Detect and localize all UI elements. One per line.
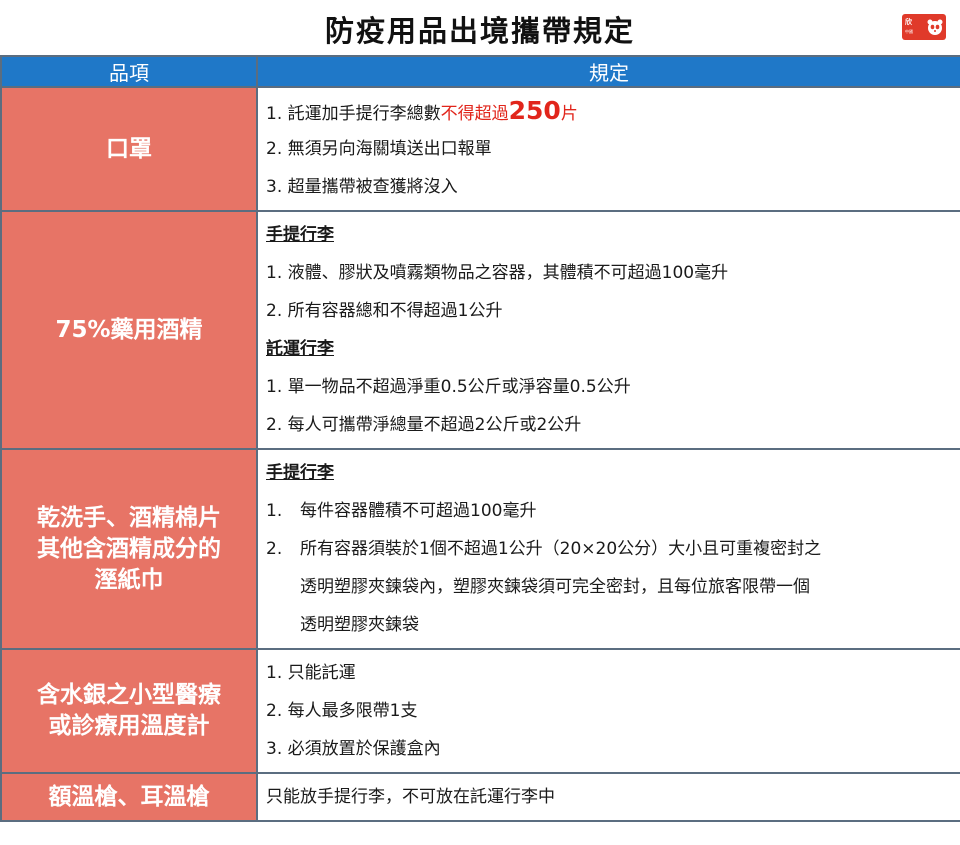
- rule-subheading: 手提行李: [266, 225, 334, 245]
- rules-table: 品項 規定 口罩 1. 託運加手提行李總數不得超過250片 2. 無須另向海關填…: [0, 55, 960, 822]
- panda-icon: [927, 19, 943, 35]
- logo-brand-text: 欣: [905, 18, 912, 26]
- item-mask: 口罩: [0, 86, 258, 212]
- item-thermometer: 含水銀之小型醫療 或診療用溫度計: [0, 648, 258, 774]
- header-item: 品項: [0, 55, 258, 88]
- item-sanitizer: 乾洗手、酒精棉片 其他含酒精成分的 溼紙巾: [0, 448, 258, 650]
- table-row-forehead-thermometer: 額溫槍、耳溫槍 只能放手提行李，不可放在託運行李中: [0, 772, 960, 822]
- rule-line: 1. 託運加手提行李總數不得超過250片: [266, 96, 578, 125]
- table-header-row: 品項 規定: [0, 55, 960, 88]
- rule-line: 1. 液體、膠狀及噴霧類物品之容器，其體積不可超過100毫升: [266, 263, 729, 283]
- rule-line: 1. 單一物品不超過淨重0.5公斤或淨容量0.5公升: [266, 377, 631, 397]
- rule-forehead-thermometer: 只能放手提行李，不可放在託運行李中: [256, 772, 960, 822]
- rule-line: 透明塑膠夾鍊袋內，塑膠夾鍊袋須可完全密封，且每位旅客限帶一個: [300, 577, 810, 597]
- rule-line: 2. 所有容器總和不得超過1公升: [266, 301, 503, 321]
- rule-alcohol: 手提行李 1. 液體、膠狀及噴霧類物品之容器，其體積不可超過100毫升 2. 所…: [256, 210, 960, 450]
- logo-sub-text: 中國: [905, 29, 913, 34]
- rule-line: 2. 無須另向海關填送出口報單: [266, 139, 492, 159]
- rule-line: 1. 每件容器體積不可超過100毫升: [266, 501, 537, 521]
- table-row-thermometer: 含水銀之小型醫療 或診療用溫度計 1. 只能託運 2. 每人最多限帶1支 3. …: [0, 648, 960, 774]
- rule-subheading: 託運行李: [266, 339, 334, 359]
- table-row-alcohol: 75%藥用酒精 手提行李 1. 液體、膠狀及噴霧類物品之容器，其體積不可超過10…: [0, 210, 960, 450]
- table-row-sanitizer: 乾洗手、酒精棉片 其他含酒精成分的 溼紙巾 手提行李 1. 每件容器體積不可超過1…: [0, 448, 960, 650]
- rule-line: 透明塑膠夾鍊袋: [300, 615, 419, 635]
- rule-thermometer: 1. 只能託運 2. 每人最多限帶1支 3. 必須放置於保護盒內: [256, 648, 960, 774]
- rule-sanitizer: 手提行李 1. 每件容器體積不可超過100毫升 2. 所有容器須裝於1個不超過1公升…: [256, 448, 960, 650]
- rule-line: 1. 只能託運: [266, 663, 356, 683]
- item-forehead-thermometer: 額溫槍、耳溫槍: [0, 772, 258, 822]
- rule-line: 3. 必須放置於保護盒內: [266, 739, 441, 759]
- title-bar: 防疫用品出境攜帶規定 欣 中國: [0, 0, 960, 54]
- rule-line: 2. 每人可攜帶淨總量不超過2公斤或2公升: [266, 415, 582, 435]
- rule-line: 2. 每人最多限帶1支: [266, 701, 418, 721]
- table-row-mask: 口罩 1. 託運加手提行李總數不得超過250片 2. 無須另向海關填送出口報單 …: [0, 86, 960, 212]
- header-rule: 規定: [256, 55, 960, 88]
- rule-line: 只能放手提行李，不可放在託運行李中: [266, 787, 555, 807]
- rule-line: 3. 超量攜帶被查獲將沒入: [266, 177, 458, 197]
- brand-logo: 欣 中國: [902, 14, 946, 40]
- page-title: 防疫用品出境攜帶規定: [324, 14, 635, 48]
- rule-mask: 1. 託運加手提行李總數不得超過250片 2. 無須另向海關填送出口報單 3. …: [256, 86, 960, 212]
- item-alcohol: 75%藥用酒精: [0, 210, 258, 450]
- rule-line: 2. 所有容器須裝於1個不超過1公升（20×20公分）大小且可重複密封之: [266, 539, 822, 559]
- rule-subheading: 手提行李: [266, 463, 334, 483]
